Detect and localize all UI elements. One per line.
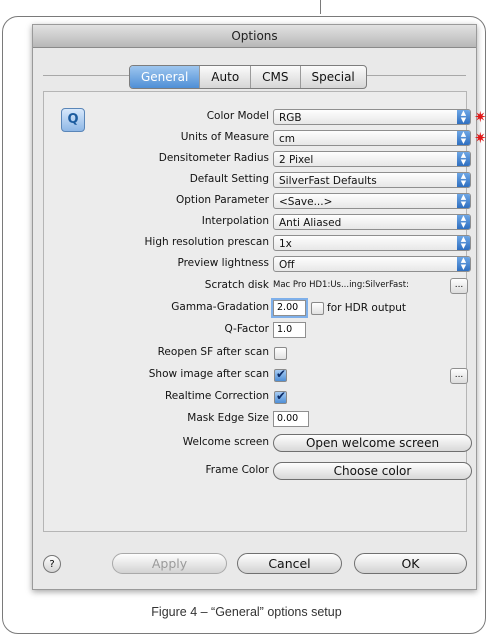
preview-lightness-select[interactable]: Off ▲ ▼	[273, 256, 471, 272]
option-parameter-value: <Save...>	[279, 196, 333, 208]
checkmark-icon: ✔	[276, 367, 287, 381]
prescan-value: 1x	[279, 238, 292, 250]
qfactor-field[interactable]: 1.0	[273, 322, 306, 338]
densitometer-select[interactable]: 2 Pixel ▲ ▼	[273, 151, 471, 167]
mask-edge-field[interactable]: 0.00	[273, 411, 309, 427]
tab-auto[interactable]: Auto	[199, 66, 250, 88]
units-select[interactable]: cm ▲ ▼	[273, 130, 471, 146]
choose-color-button[interactable]: Choose color	[273, 462, 472, 480]
stepper-arrows-icon: ▲ ▼	[457, 236, 470, 250]
gamma-field[interactable]: 2.00	[271, 298, 308, 318]
row-welcome: Welcome screen Open welcome screen	[44, 434, 472, 454]
preview-lightness-label: Preview lightness	[177, 257, 269, 269]
densitometer-label: Densitometer Radius	[158, 152, 269, 164]
gamma-label: Gamma-Gradation	[171, 301, 269, 313]
show-image-label: Show image after scan	[148, 368, 269, 380]
default-setting-select[interactable]: SilverFast Defaults ▲ ▼	[273, 172, 471, 188]
stepper-arrows-icon: ▲ ▼	[457, 152, 470, 166]
general-panel: Q Color Model RGB ▲ ▼ ✷ Units of Measure c…	[43, 91, 487, 532]
hdr-output-checkbox[interactable]	[311, 302, 324, 315]
tab-general[interactable]: General	[130, 66, 200, 88]
stepper-arrows-icon: ▲ ▼	[457, 110, 470, 124]
figure-caption: Figure 4 – “General” options setup	[151, 605, 342, 619]
row-gamma: Gamma-Gradation 2.00 for HDR output	[44, 298, 468, 319]
row-reopen: Reopen SF after scan	[44, 344, 468, 364]
interpolation-select[interactable]: Anti Aliased ▲ ▼	[273, 214, 471, 230]
help-icon[interactable]: ?	[43, 555, 61, 573]
row-realtime: Realtime Correction ✔	[44, 388, 468, 408]
ok-button[interactable]: OK	[354, 553, 467, 574]
required-marker-icon: ✷	[474, 108, 487, 126]
units-value: cm	[279, 133, 296, 145]
prescan-label: High resolution prescan	[144, 236, 269, 248]
scratch-disk-browse-button[interactable]: ...	[450, 278, 468, 294]
row-preview-lightness: Preview lightness Off ▲ ▼	[44, 255, 471, 275]
stepper-arrows-icon: ▲ ▼	[457, 131, 470, 145]
default-setting-value: SilverFast Defaults	[279, 175, 377, 187]
tab-cms[interactable]: CMS	[250, 66, 299, 88]
window-title: Options	[33, 25, 476, 48]
row-densitometer: Densitometer Radius 2 Pixel ▲ ▼	[44, 150, 471, 170]
mask-edge-label: Mask Edge Size	[187, 412, 269, 424]
row-interpolation: Interpolation Anti Aliased ▲ ▼	[44, 213, 471, 233]
row-option-parameter: Option Parameter <Save...> ▲ ▼	[44, 192, 471, 212]
densitometer-value: 2 Pixel	[279, 154, 314, 166]
preview-lightness-value: Off	[279, 259, 295, 271]
reopen-label: Reopen SF after scan	[157, 346, 269, 358]
prescan-select[interactable]: 1x ▲ ▼	[273, 235, 471, 251]
welcome-label: Welcome screen	[182, 436, 269, 448]
stepper-arrows-icon: ▲ ▼	[457, 173, 470, 187]
color-model-value: RGB	[279, 112, 302, 124]
color-model-label: Color Model	[206, 110, 269, 122]
hdr-output-label: for HDR output	[327, 302, 407, 314]
row-qfactor: Q-Factor 1.0	[44, 321, 468, 341]
default-setting-label: Default Setting	[189, 173, 269, 185]
qfactor-label: Q-Factor	[224, 323, 270, 335]
callout-line	[320, 0, 321, 14]
checkmark-icon: ✔	[276, 389, 287, 403]
reopen-checkbox[interactable]	[274, 347, 287, 360]
row-default-setting: Default Setting SilverFast Defaults ▲ ▼	[44, 171, 471, 191]
row-color-model: Color Model RGB ▲ ▼ ✷	[44, 108, 487, 128]
show-image-options-button[interactable]: ...	[450, 368, 468, 384]
tab-special[interactable]: Special	[299, 66, 366, 88]
stepper-arrows-icon: ▲ ▼	[457, 194, 470, 208]
row-show-image: Show image after scan ✔ ...	[44, 366, 468, 386]
show-image-checkbox[interactable]: ✔	[274, 367, 287, 382]
options-dialog: Options General Auto CMS Special Q Color…	[32, 24, 487, 590]
realtime-label: Realtime Correction	[164, 390, 269, 402]
scratch-disk-label: Scratch disk	[204, 279, 269, 291]
frame-color-label: Frame Color	[205, 464, 269, 476]
stepper-arrows-icon: ▲ ▼	[457, 257, 470, 271]
row-units: Units of Measure cm ▲ ▼ ✷	[44, 129, 487, 149]
required-marker-icon: ✷	[474, 129, 487, 147]
row-prescan: High resolution prescan 1x ▲ ▼	[44, 234, 471, 254]
open-welcome-screen-button[interactable]: Open welcome screen	[273, 434, 472, 452]
row-scratch-disk: Scratch disk Mac Pro HD1:Us...ing:Silver…	[44, 277, 468, 297]
row-frame-color: Frame Color Choose color	[44, 462, 472, 482]
units-label: Units of Measure	[180, 131, 269, 143]
realtime-checkbox[interactable]: ✔	[274, 389, 287, 404]
option-parameter-select[interactable]: <Save...> ▲ ▼	[273, 193, 471, 209]
scratch-disk-path: Mac Pro HD1:Us...ing:SilverFast:	[273, 280, 409, 290]
cancel-button[interactable]: Cancel	[237, 553, 342, 574]
option-parameter-label: Option Parameter	[175, 194, 269, 206]
interpolation-value: Anti Aliased	[279, 217, 342, 229]
color-model-select[interactable]: RGB ▲ ▼	[273, 109, 471, 125]
stepper-arrows-icon: ▲ ▼	[457, 215, 470, 229]
tab-bar: General Auto CMS Special	[129, 65, 367, 89]
row-mask-edge: Mask Edge Size 0.00	[44, 410, 468, 430]
apply-button[interactable]: Apply	[112, 553, 227, 574]
interpolation-label: Interpolation	[201, 215, 269, 227]
